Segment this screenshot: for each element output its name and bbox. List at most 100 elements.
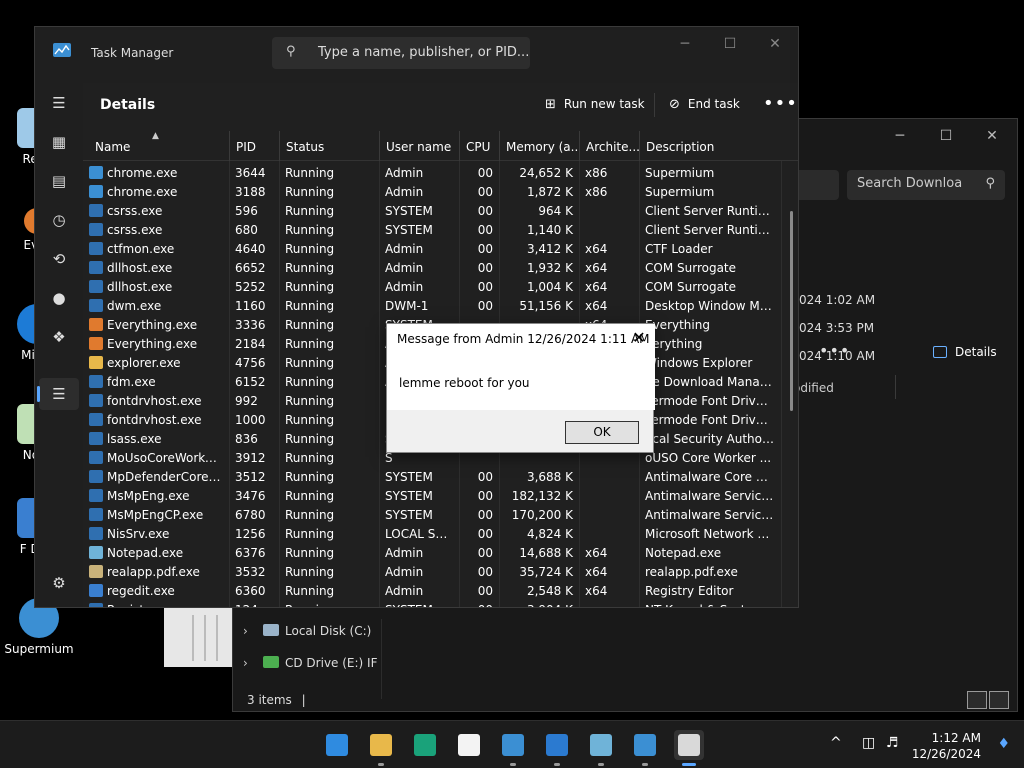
minimize-button[interactable]: ─ [885,125,915,147]
explorer-search-input[interactable]: Search Downloa ⚲ [847,170,1005,200]
table-row[interactable]: regedit.exe 6360 Running Admin 00 2,548 K x64 R… [83,581,783,600]
cell-user: DWM-1 [385,299,429,313]
minimize-button[interactable]: ─ [673,33,697,55]
processes-icon[interactable]: ▦ [49,132,69,152]
address-bar[interactable] [793,170,839,200]
table-row[interactable]: dllhost.exe 6652 Running Admin 00 1,932 K x64 C… [83,258,783,277]
table-row[interactable]: ctfmon.exe 4640 Running Admin 00 3,412 K x64 CT… [83,239,783,258]
table-row[interactable]: MsMpEng.exe 3476 Running SYSTEM 00 182,132 K A… [83,486,783,505]
cell-arch: x64 [585,565,608,579]
details-icon[interactable]: ☰ [37,384,69,404]
close-button[interactable]: ✕ [763,33,787,55]
cell-name: realapp.pdf.exe [107,565,200,579]
table-row[interactable]: MsMpEngCP.exe 6780 Running SYSTEM 00 170,200 … [83,505,783,524]
taskbar-edge-button[interactable] [410,730,440,760]
column-header-status[interactable]: Status [279,131,379,161]
services-icon[interactable]: ❖ [49,327,69,347]
column-header-date-modified[interactable]: odified [793,381,834,395]
volume-icon[interactable]: ♬ [886,735,899,751]
hamburger-icon[interactable]: ☰ [49,93,69,113]
startup-apps-icon[interactable]: ⟲ [49,249,69,269]
cell-status: Running [285,489,335,503]
table-row[interactable]: dwm.exe 1160 Running DWM-1 00 51,156 K x64 Desk… [83,296,783,315]
column-header-user-name[interactable]: User name [379,131,459,161]
cell-user: Admin [385,546,424,560]
taskbar-file-explorer-button[interactable] [366,730,396,766]
cell-pid: 3532 [235,565,266,579]
taskbar-notepad-button[interactable] [586,730,616,766]
cell-status: Running [285,242,335,256]
run-new-task-button[interactable]: ⊞ Run new task [545,97,645,112]
task-manager-window: Task Manager ⚲ Type a name, publisher, o… [34,26,799,608]
end-task-button[interactable]: ⊘ End task [669,97,740,112]
notifications-bell-icon[interactable]: ♦ [997,736,1010,752]
cell-pid: 6360 [235,584,266,598]
taskbar-free-download-manager-button[interactable] [542,730,572,766]
cell-user: Admin [385,242,424,256]
cell-desc: sermode Font Driver ... [645,394,781,408]
cell-cpu: 00 [477,261,493,275]
ok-button[interactable]: OK [565,421,639,444]
taskbar-supermium-button[interactable] [630,730,660,766]
cell-arch: x86 [585,166,608,180]
details-view-button[interactable] [967,691,987,709]
dialog-close-button[interactable]: ✕ [629,328,649,348]
maximize-button[interactable]: ☐ [718,33,742,55]
settings-icon[interactable]: ⚙ [49,573,69,593]
task-manager-search-input[interactable]: ⚲ Type a name, publisher, or PID... [272,37,530,69]
table-row[interactable]: csrss.exe 680 Running SYSTEM 00 1,140 K Client… [83,220,783,239]
cell-name: dwm.exe [107,299,162,313]
cell-desc: Antimalware Core Ser... [645,470,781,484]
table-row[interactable]: Notepad.exe 6376 Running Admin 00 14,688 K x64… [83,543,783,562]
nav-item-cd-drive[interactable]: › CD Drive (E:) IF [243,656,377,670]
column-header-architecture[interactable]: Archite... [579,131,639,161]
taskbar-start-button[interactable] [322,730,352,760]
file-row-date[interactable]: 024 1:10 AM [799,349,875,363]
running-indicator [682,763,696,766]
table-row[interactable]: csrss.exe 596 Running SYSTEM 00 964 K Client S… [83,201,783,220]
column-header-description[interactable]: Description [639,131,781,161]
cell-status: Running [279,600,379,607]
close-button[interactable]: ✕ [977,125,1007,147]
cell-desc: verything [645,337,703,351]
file-row-date[interactable]: 024 3:53 PM [799,321,874,335]
file-row-date[interactable]: 024 1:02 AM [799,293,875,307]
column-header-cpu[interactable]: CPU [459,131,499,161]
cell-status: Running [285,375,335,389]
large-icons-view-button[interactable] [989,691,1009,709]
table-row[interactable]: Registry124RunningSYSTEM003,904 K NT Kern… [83,600,783,607]
table-row[interactable]: chrome.exe 3188 Running Admin 00 1,872 K x86 Su… [83,182,783,201]
cell-cpu: 00 [477,470,493,484]
taskbar-message-button[interactable] [674,730,704,766]
nav-item-local-disk[interactable]: › Local Disk (C:) [243,624,371,638]
taskbar-microsoft-store-button[interactable] [454,730,484,760]
search-placeholder: Type a name, publisher, or PID... [318,45,530,60]
taskbar-task-manager-button[interactable] [498,730,528,766]
table-row[interactable]: MpDefenderCoreSer... 3512 Running SYSTEM 00 3… [83,467,783,486]
page-title: Details [100,97,156,113]
background-thumbnail [164,607,232,667]
cell-mem: 2,548 K [526,584,573,598]
performance-icon[interactable]: ▤ [49,171,69,191]
cell-desc: Desktop Window Man... [645,299,781,313]
network-icon[interactable]: ◫ [862,735,875,751]
column-header-memory[interactable]: Memory (a... [499,131,579,161]
table-row[interactable]: chrome.exe 3644 Running Admin 00 24,652 K x86 S… [83,163,783,182]
cell-desc: ocal Security Authori... [645,432,781,446]
show-hidden-icons-button[interactable]: ^ [830,735,842,751]
column-header-pid[interactable]: PID [229,131,279,161]
clock[interactable]: 1:12 AM 12/26/2024 [912,730,981,762]
cell-user: Admin [385,584,424,598]
more-options-button[interactable]: ••• [763,93,798,114]
table-row[interactable]: NisSrv.exe 1256 Running LOCAL SE... 00 4,824 … [83,524,783,543]
table-row[interactable]: dllhost.exe 5252 Running Admin 00 1,004 K x64 C… [83,277,783,296]
users-icon[interactable]: ● [49,288,69,308]
table-header: Name ▲ PID Status User name CPU Memory (a… [83,131,798,161]
cell-cpu: 00 [477,299,493,313]
table-row[interactable]: realapp.pdf.exe 3532 Running Admin 00 35,724 … [83,562,783,581]
vertical-scrollbar[interactable] [790,211,793,411]
app-history-icon[interactable]: ◷ [49,210,69,230]
details-pane-button[interactable]: Details [933,345,997,359]
column-header-name[interactable]: Name ▲ [83,131,229,161]
maximize-button[interactable]: ☐ [931,125,961,147]
